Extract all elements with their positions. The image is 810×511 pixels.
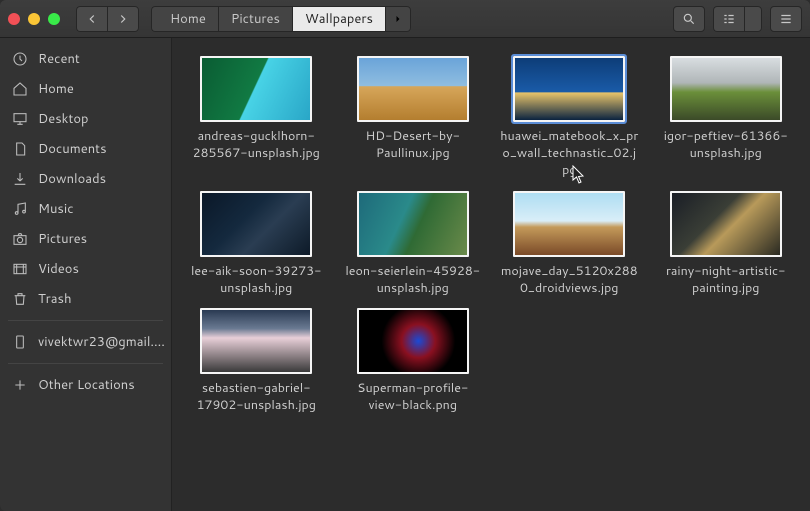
sidebar-item-label: Desktop bbox=[38, 110, 89, 128]
sidebar-item-label: vivektwr23@gmail.... bbox=[38, 333, 165, 351]
file-item[interactable]: igor-peftiev-61366-unsplash.jpg bbox=[656, 56, 796, 179]
chevron-right-icon bbox=[392, 13, 404, 25]
file-item[interactable]: sebastien-gabriel-17902-unsplash.jpg bbox=[186, 308, 326, 414]
file-label: huawei_matebook_x_pro_wall_technastic_02… bbox=[499, 128, 639, 179]
titlebar: Home Pictures Wallpapers bbox=[0, 0, 810, 38]
file-thumbnail bbox=[200, 56, 312, 122]
sidebar-separator bbox=[8, 363, 163, 364]
minimize-icon[interactable] bbox=[28, 13, 40, 25]
sidebar-item-pictures[interactable]: Pictures bbox=[0, 224, 171, 254]
breadcrumb: Home Pictures Wallpapers bbox=[151, 6, 411, 32]
file-label: lee-aik-soon-39273-unsplash.jpg bbox=[186, 263, 326, 297]
sidebar-item-desktop[interactable]: Desktop bbox=[0, 104, 171, 134]
sidebar-item-trash[interactable]: Trash bbox=[0, 284, 171, 314]
chevron-right-icon bbox=[116, 12, 130, 26]
sidebar-item-label: Videos bbox=[38, 260, 79, 278]
file-label: HD-Desert-by-Paullinux.jpg bbox=[343, 128, 483, 162]
file-thumbnail bbox=[513, 56, 625, 122]
plus-icon bbox=[12, 377, 28, 393]
file-item[interactable]: HD-Desert-by-Paullinux.jpg bbox=[343, 56, 483, 179]
file-thumbnail bbox=[200, 308, 312, 374]
sidebar-item-account[interactable]: vivektwr23@gmail.... bbox=[0, 327, 171, 357]
file-item[interactable]: andreas-gucklhorn-285567-unsplash.jpg bbox=[186, 56, 326, 179]
file-item[interactable]: mojave_day_5120x2880_droidviews.jpg bbox=[499, 191, 639, 297]
view-controls bbox=[713, 6, 762, 32]
file-label: andreas-gucklhorn-285567-unsplash.jpg bbox=[186, 128, 326, 162]
file-label: leon-seierlein-45928-unsplash.jpg bbox=[343, 263, 483, 297]
sidebar-item-label: Trash bbox=[38, 290, 72, 308]
desktop-icon bbox=[12, 111, 28, 127]
video-icon bbox=[12, 261, 28, 277]
phone-icon bbox=[12, 334, 28, 350]
window-body: Recent Home Desktop Documents Downloads … bbox=[0, 38, 810, 511]
sidebar-item-videos[interactable]: Videos bbox=[0, 254, 171, 284]
download-icon bbox=[12, 171, 28, 187]
file-thumbnail bbox=[513, 191, 625, 257]
file-item[interactable]: lee-aik-soon-39273-unsplash.jpg bbox=[186, 191, 326, 297]
chevron-left-icon bbox=[85, 12, 99, 26]
sidebar-item-label: Music bbox=[38, 200, 74, 218]
forward-button[interactable] bbox=[107, 6, 139, 32]
back-button[interactable] bbox=[76, 6, 107, 32]
breadcrumb-label: Home bbox=[170, 10, 206, 28]
breadcrumb-label: Pictures bbox=[231, 10, 280, 28]
breadcrumb-wallpapers[interactable]: Wallpapers bbox=[292, 6, 385, 32]
file-item[interactable]: Superman-profile-view-black.png bbox=[343, 308, 483, 414]
hamburger-menu-button[interactable] bbox=[770, 6, 802, 32]
file-item[interactable]: leon-seierlein-45928-unsplash.jpg bbox=[343, 191, 483, 297]
close-icon[interactable] bbox=[8, 13, 20, 25]
view-dropdown-button[interactable] bbox=[744, 6, 762, 32]
file-thumbnail bbox=[670, 56, 782, 122]
sidebar-item-label: Other Locations bbox=[38, 376, 135, 394]
sidebar-item-label: Pictures bbox=[38, 230, 87, 248]
sidebar-item-label: Recent bbox=[38, 50, 80, 68]
documents-icon bbox=[12, 141, 28, 157]
file-thumbnail bbox=[357, 56, 469, 122]
file-thumbnail bbox=[357, 191, 469, 257]
sidebar-item-label: Home bbox=[38, 80, 74, 98]
camera-icon bbox=[12, 231, 28, 247]
maximize-icon[interactable] bbox=[48, 13, 60, 25]
clock-icon bbox=[12, 51, 28, 67]
content-area[interactable]: andreas-gucklhorn-285567-unsplash.jpg HD-… bbox=[172, 38, 810, 511]
file-item[interactable]: rainy-night-artistic-painting.jpg bbox=[656, 191, 796, 297]
sidebar-item-downloads[interactable]: Downloads bbox=[0, 164, 171, 194]
sidebar: Recent Home Desktop Documents Downloads … bbox=[0, 38, 172, 511]
sidebar-item-documents[interactable]: Documents bbox=[0, 134, 171, 164]
trash-icon bbox=[12, 291, 28, 307]
sidebar-item-recent[interactable]: Recent bbox=[0, 44, 171, 74]
sidebar-item-home[interactable]: Home bbox=[0, 74, 171, 104]
nav-back-forward bbox=[76, 6, 139, 32]
sidebar-item-other-locations[interactable]: Other Locations bbox=[0, 370, 171, 400]
breadcrumb-label: Wallpapers bbox=[305, 10, 373, 28]
file-label: sebastien-gabriel-17902-unsplash.jpg bbox=[186, 380, 326, 414]
file-label: rainy-night-artistic-painting.jpg bbox=[656, 263, 796, 297]
breadcrumb-pictures[interactable]: Pictures bbox=[218, 6, 292, 32]
sidebar-item-label: Downloads bbox=[38, 170, 106, 188]
hamburger-icon bbox=[779, 12, 793, 26]
file-item[interactable]: huawei_matebook_x_pro_wall_technastic_02… bbox=[499, 56, 639, 179]
sidebar-item-label: Documents bbox=[38, 140, 107, 158]
view-list-button[interactable] bbox=[713, 6, 744, 32]
file-label: igor-peftiev-61366-unsplash.jpg bbox=[656, 128, 796, 162]
music-icon bbox=[12, 201, 28, 217]
search-button[interactable] bbox=[673, 6, 705, 32]
sidebar-item-music[interactable]: Music bbox=[0, 194, 171, 224]
file-thumbnail bbox=[357, 308, 469, 374]
file-thumbnail bbox=[670, 191, 782, 257]
window-controls bbox=[8, 13, 60, 25]
file-grid: andreas-gucklhorn-285567-unsplash.jpg HD-… bbox=[182, 56, 800, 414]
file-label: mojave_day_5120x2880_droidviews.jpg bbox=[499, 263, 639, 297]
home-icon bbox=[12, 81, 28, 97]
file-manager-window: Home Pictures Wallpapers bbox=[0, 0, 810, 511]
file-thumbnail bbox=[200, 191, 312, 257]
breadcrumb-descend[interactable] bbox=[385, 6, 411, 32]
sidebar-separator bbox=[8, 320, 163, 321]
breadcrumb-home[interactable]: Home bbox=[151, 6, 218, 32]
file-label: Superman-profile-view-black.png bbox=[343, 380, 483, 414]
search-icon bbox=[682, 12, 696, 26]
list-icon bbox=[722, 12, 736, 26]
